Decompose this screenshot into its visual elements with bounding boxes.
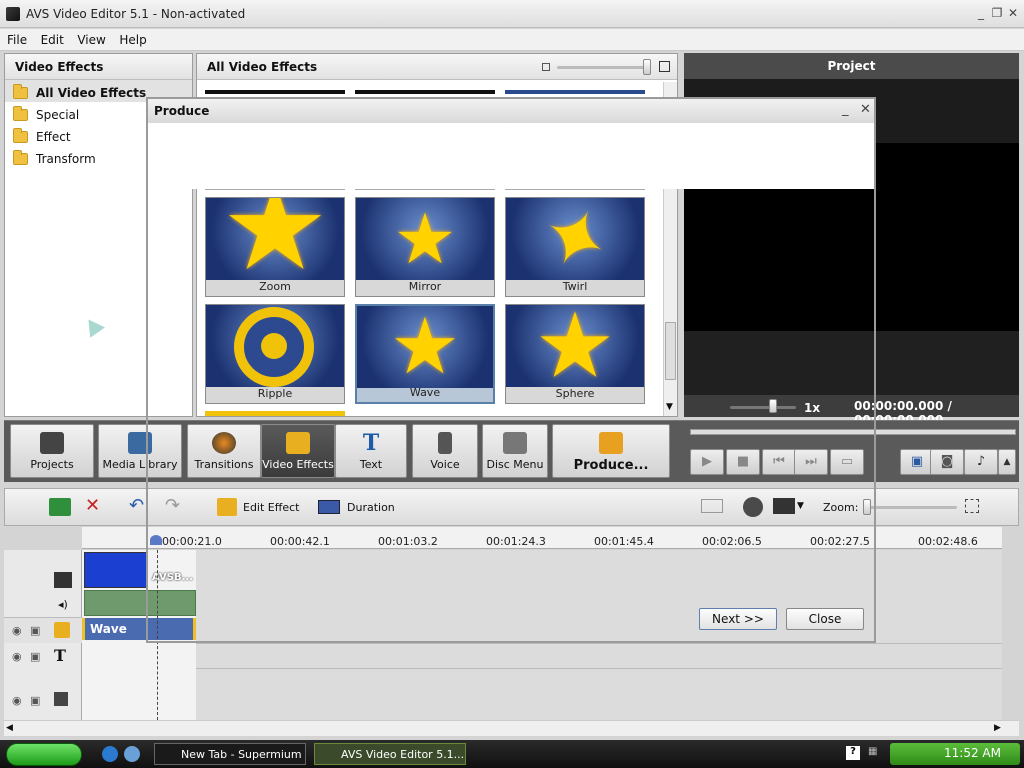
start-button[interactable] — [6, 743, 82, 766]
system-tray: 11:52 AM — [890, 743, 1020, 765]
button-label: Projects — [30, 458, 74, 471]
text-track-icon: T — [54, 646, 66, 665]
thumbnail-size-slider[interactable] — [557, 66, 649, 69]
track-headers: ◂) ◉ ▣ ◉ ▣ T ◉ ▣ — [4, 550, 82, 720]
restore-button[interactable]: ❐ — [990, 6, 1004, 20]
category-label: Special — [36, 108, 80, 122]
menu-edit[interactable]: Edit — [41, 33, 64, 47]
effect-clip-label: Wave — [90, 622, 127, 636]
projects-button[interactable]: Projects — [10, 424, 94, 478]
produce-dialog: Produce _ ✕ Next >> Close — [146, 97, 876, 643]
effects-track-icon — [54, 622, 70, 638]
app-icon — [6, 7, 20, 21]
app-window: AVS Video Editor 5.1 - Non-activated _ ❐… — [0, 0, 1024, 740]
dialog-minimize-icon[interactable]: _ — [842, 102, 849, 117]
task-avs-video-editor[interactable]: AVS Video Editor 5.1... — [314, 743, 466, 765]
taskbar: New Tab - Supermium AVS Video Editor 5.1… — [0, 740, 1024, 768]
clock[interactable]: 11:52 AM — [944, 746, 1001, 760]
small-thumbnails-icon[interactable] — [542, 63, 550, 71]
category-label: Effect — [36, 130, 71, 144]
monitor-button[interactable]: ▣ — [900, 449, 934, 475]
help-tray-icon[interactable]: ? — [846, 746, 860, 760]
title-bar: AVS Video Editor 5.1 - Non-activated _ ❐… — [0, 0, 1024, 28]
video-track-icon — [54, 572, 72, 588]
large-thumbnails-icon[interactable] — [659, 61, 670, 72]
project-panel-header: Project — [684, 53, 1019, 79]
visibility-eye-icon[interactable]: ◉ — [12, 624, 22, 637]
track-divider — [196, 668, 1002, 669]
scroll-right-icon[interactable]: ▶ — [994, 723, 1001, 733]
dialog-title: Produce — [148, 99, 874, 123]
dialog-content-area — [152, 123, 874, 189]
track-divider — [196, 643, 1002, 644]
zoom-slider[interactable] — [865, 506, 957, 509]
add-to-timeline-icon[interactable] — [49, 498, 71, 516]
close-button[interactable]: Close — [786, 608, 864, 630]
snapshot-camera-button[interactable]: ◙ — [930, 449, 964, 475]
volume-expand-button[interactable]: ▲ — [998, 449, 1016, 475]
lock-icon[interactable]: ▣ — [30, 624, 40, 637]
menu-bar: File Edit View Help — [0, 29, 1024, 51]
visibility-eye-icon[interactable]: ◉ — [12, 650, 22, 663]
undo-icon[interactable]: ↶ — [129, 495, 144, 516]
category-label: All Video Effects — [36, 86, 147, 100]
window-title: AVS Video Editor 5.1 - Non-activated — [26, 7, 246, 21]
partial-tile — [355, 90, 495, 94]
gallery-title: All Video Effects — [207, 60, 318, 74]
task-new-tab-supermium[interactable]: New Tab - Supermium — [154, 743, 306, 765]
folder-icon — [13, 106, 28, 121]
partial-tile — [505, 90, 645, 94]
category-label: Transform — [36, 152, 96, 166]
lock-icon[interactable]: ▣ — [30, 650, 40, 663]
volume-button[interactable]: ♪ — [964, 449, 998, 475]
lock-icon[interactable]: ▣ — [30, 694, 40, 707]
slider-thumb[interactable] — [643, 59, 651, 75]
menu-view[interactable]: View — [77, 33, 105, 47]
folder-icon — [13, 84, 28, 99]
folder-icon — [13, 150, 28, 165]
overlay-track-icon — [54, 692, 68, 706]
visibility-eye-icon[interactable]: ◉ — [12, 694, 22, 707]
browser-quicklaunch-icon[interactable] — [102, 746, 118, 762]
timeline-horizontal-scrollbar[interactable]: ◀ ▶ — [4, 720, 1019, 736]
task-label: AVS Video Editor 5.1... — [341, 748, 465, 761]
audio-track-icon: ◂) — [58, 598, 68, 611]
gallery-header: All Video Effects — [197, 54, 677, 80]
minimize-button[interactable]: _ — [974, 6, 988, 20]
network-tray-icon[interactable]: ▦ — [868, 746, 880, 760]
fit-to-window-icon[interactable] — [965, 499, 979, 513]
time-separator: / — [947, 399, 952, 413]
clapper-icon — [40, 432, 64, 454]
dialog-close-icon[interactable]: ✕ — [860, 102, 871, 117]
scroll-left-icon[interactable]: ◀ — [6, 723, 13, 733]
menu-help[interactable]: Help — [119, 33, 146, 47]
folder-icon — [13, 128, 28, 143]
task-label: New Tab - Supermium — [181, 748, 302, 761]
close-window-button[interactable]: ✕ — [1006, 6, 1020, 20]
delete-icon[interactable]: ✕ — [85, 495, 100, 516]
video-clip-thumbnail[interactable] — [84, 552, 148, 588]
ruler-tick: 00:02:48.6 — [918, 535, 978, 548]
category-panel-header: Video Effects — [5, 54, 192, 80]
quicklaunch-icon[interactable] — [124, 746, 140, 762]
next-button[interactable]: Next >> — [699, 608, 777, 630]
menu-file[interactable]: File — [7, 33, 27, 47]
partial-tile — [205, 90, 345, 94]
